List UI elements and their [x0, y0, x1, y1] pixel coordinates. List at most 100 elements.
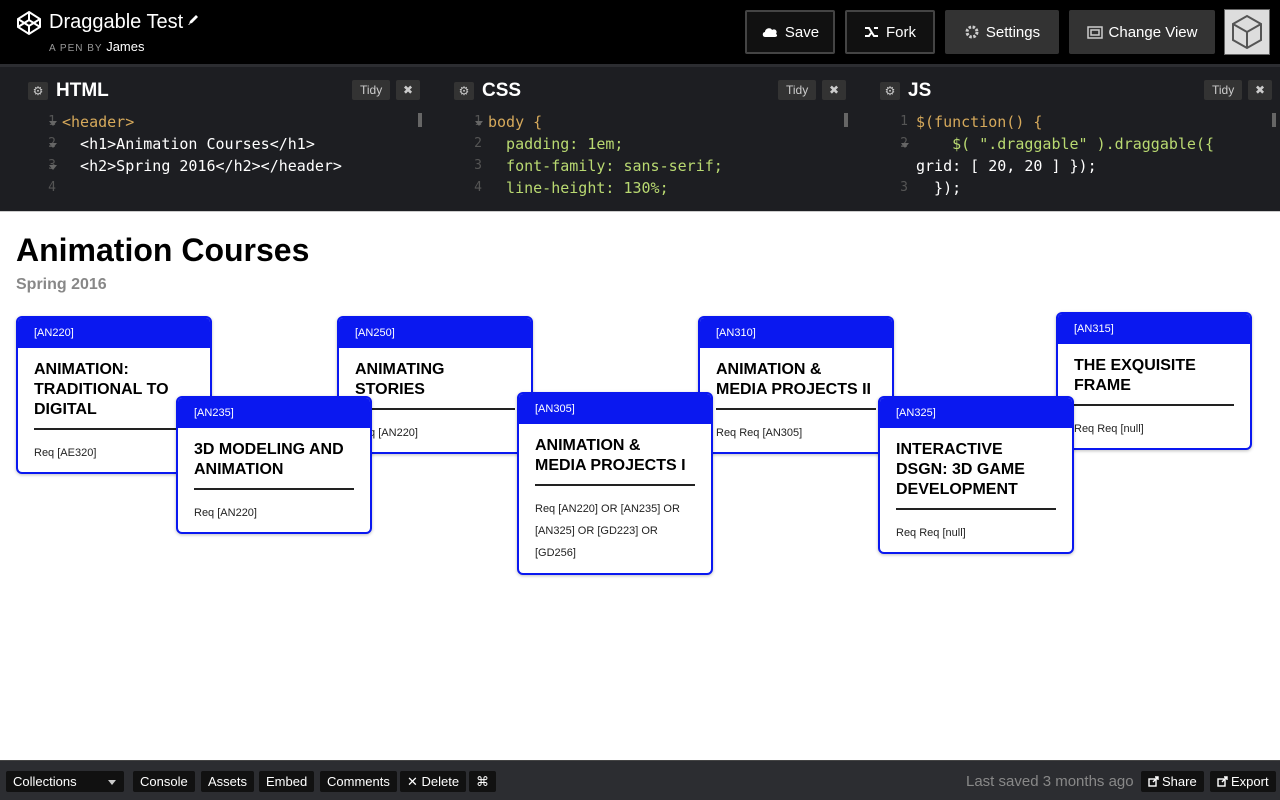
course-title: ANIMATING STORIES [355, 361, 445, 398]
course-card[interactable]: [AN235] 3D MODELING AND ANIMATION Req [A… [176, 396, 372, 534]
fold-arrow-icon[interactable] [49, 165, 57, 170]
line-number: 2 [474, 136, 482, 151]
delete-button[interactable]: ✕ Delete [400, 771, 467, 792]
code-line: <h2>Spring 2016</h2></header> [62, 157, 342, 175]
code-line: $(function() { [916, 113, 1043, 131]
html-code-area[interactable]: 1 2 3 4 <header> <h1>Animation Courses</… [20, 109, 426, 197]
author-link[interactable]: James [106, 39, 144, 54]
pencil-edit-icon[interactable] [186, 13, 200, 27]
pen-byline: A PEN BY James [49, 39, 145, 57]
share-button[interactable]: Share [1141, 771, 1204, 792]
course-card[interactable]: [AN315] THE EXQUISITE FRAME Req Req [nul… [1056, 312, 1252, 450]
course-code: [AN235] [178, 398, 370, 428]
css-editor-title: CSS [482, 80, 522, 101]
course-card[interactable]: [AN325] INTERACTIVE DSGN: 3D GAME DEVELO… [878, 396, 1074, 554]
line-number: 4 [48, 180, 56, 195]
line-number: 1 [900, 114, 908, 129]
course-code: [AN310] [700, 318, 892, 348]
bottom-bar: Collections Console Assets Embed Comment… [0, 760, 1280, 800]
result-preview: Animation Courses Spring 2016 [AN220] AN… [0, 211, 1280, 760]
cloud-icon [762, 28, 777, 37]
fold-arrow-icon[interactable] [475, 121, 483, 126]
page-subtitle: Spring 2016 [16, 276, 107, 293]
code-line: }); [916, 179, 962, 197]
css-tidy-button[interactable]: Tidy [778, 80, 817, 100]
byline-prefix: A PEN BY [49, 43, 103, 54]
html-editor-header: ⚙ HTML Tidy ✖ [20, 73, 426, 107]
js-close-icon[interactable]: ✖ [1248, 80, 1272, 100]
fold-arrow-icon[interactable] [49, 143, 57, 148]
codepen-app: Draggable Test A PEN BY James Save Fork … [0, 0, 1280, 800]
last-saved-status: Last saved 3 months ago [966, 773, 1134, 790]
export-icon [1217, 776, 1228, 787]
html-close-icon[interactable]: ✖ [396, 80, 420, 100]
code-line: font-family: sans-serif; [488, 157, 723, 175]
course-title: ANIMATION & MEDIA PROJECTS I [535, 437, 686, 474]
fork-icon [865, 27, 878, 37]
gear-icon [965, 25, 979, 39]
course-requirement: Req [AN220] [194, 507, 257, 519]
html-tidy-button[interactable]: Tidy [352, 80, 391, 100]
save-label: Save [784, 23, 820, 41]
course-title: 3D MODELING AND ANIMATION [194, 441, 344, 478]
js-editor-title: JS [908, 80, 932, 101]
course-code: [AN305] [519, 394, 711, 424]
comments-button[interactable]: Comments [320, 771, 397, 792]
course-title: THE EXQUISITE FRAME [1074, 357, 1196, 394]
course-requirement: Req Req [null] [1074, 423, 1144, 435]
user-avatar[interactable] [1224, 9, 1270, 55]
fork-button[interactable]: Fork [845, 10, 935, 54]
js-tidy-button[interactable]: Tidy [1204, 80, 1243, 100]
export-button[interactable]: Export [1210, 771, 1276, 792]
settings-label: Settings [985, 23, 1041, 41]
collections-label: Collections [13, 774, 77, 789]
css-close-icon[interactable]: ✖ [822, 80, 846, 100]
collections-dropdown[interactable]: Collections [6, 771, 124, 792]
share-label: Share [1162, 774, 1197, 789]
course-card[interactable]: [AN310] ANIMATION & MEDIA PROJECTS II Re… [698, 316, 894, 454]
top-bar: Draggable Test A PEN BY James Save Fork … [0, 0, 1280, 64]
course-title: INTERACTIVE DSGN: 3D GAME DEVELOPMENT [896, 441, 1025, 498]
settings-button[interactable]: Settings [945, 10, 1059, 54]
js-scrollbar[interactable] [1272, 113, 1276, 127]
code-line: grid: [ 20, 20 ] }); [916, 157, 1097, 175]
html-scrollbar[interactable] [418, 113, 422, 127]
line-number: 3 [474, 158, 482, 173]
course-title: ANIMATION & MEDIA PROJECTS II [716, 361, 871, 398]
pen-title[interactable]: Draggable Test [49, 10, 183, 34]
js-code-area[interactable]: 1 2 3 $(function() { $( ".draggable" ).d… [872, 109, 1280, 197]
html-editor-title: HTML [56, 80, 109, 101]
css-editor: ⚙ CSS Tidy ✖ 1 2 3 4 body { padding: 1em… [446, 73, 852, 197]
css-code-area[interactable]: 1 2 3 4 body { padding: 1em; font-family… [446, 109, 852, 197]
save-button[interactable]: Save [745, 10, 835, 54]
console-button[interactable]: Console [133, 771, 195, 792]
html-settings-gear-icon[interactable]: ⚙ [28, 82, 48, 100]
course-requirement: Req Req [AN305] [716, 427, 803, 439]
codepen-logo-icon[interactable] [16, 10, 42, 36]
course-code: [AN325] [880, 398, 1072, 428]
code-line: line-height: 130%; [488, 179, 669, 197]
code-line: <header> [62, 113, 135, 131]
keyboard-shortcuts-icon[interactable]: ⌘ [469, 771, 496, 792]
fold-arrow-icon[interactable] [49, 121, 57, 126]
course-card[interactable]: [AN305] ANIMATION & MEDIA PROJECTS I Req… [517, 392, 713, 575]
fold-arrow-icon[interactable] [901, 143, 909, 148]
line-number: 4 [474, 180, 482, 195]
js-editor-header: ⚙ JS Tidy ✖ [872, 73, 1280, 107]
css-settings-gear-icon[interactable]: ⚙ [454, 82, 474, 100]
js-editor: ⚙ JS Tidy ✖ 1 2 3 $(function() { $( ".dr… [872, 73, 1280, 197]
export-label: Export [1231, 774, 1269, 789]
embed-button[interactable]: Embed [259, 771, 315, 792]
html-editor: ⚙ HTML Tidy ✖ 1 2 3 4 <header> <h1>Anima… [20, 73, 426, 197]
js-settings-gear-icon[interactable]: ⚙ [880, 82, 900, 100]
line-number: 3 [900, 180, 908, 195]
code-line: padding: 1em; [488, 135, 624, 153]
course-requirement: Req Req [null] [896, 527, 966, 539]
change-view-button[interactable]: Change View [1069, 10, 1215, 54]
assets-button[interactable]: Assets [201, 771, 255, 792]
change-view-label: Change View [1108, 23, 1198, 41]
code-line: $( ".draggable" ).draggable({ [916, 135, 1215, 153]
css-scrollbar[interactable] [844, 113, 848, 127]
css-editor-header: ⚙ CSS Tidy ✖ [446, 73, 852, 107]
avatar-cube-icon [1232, 14, 1262, 50]
